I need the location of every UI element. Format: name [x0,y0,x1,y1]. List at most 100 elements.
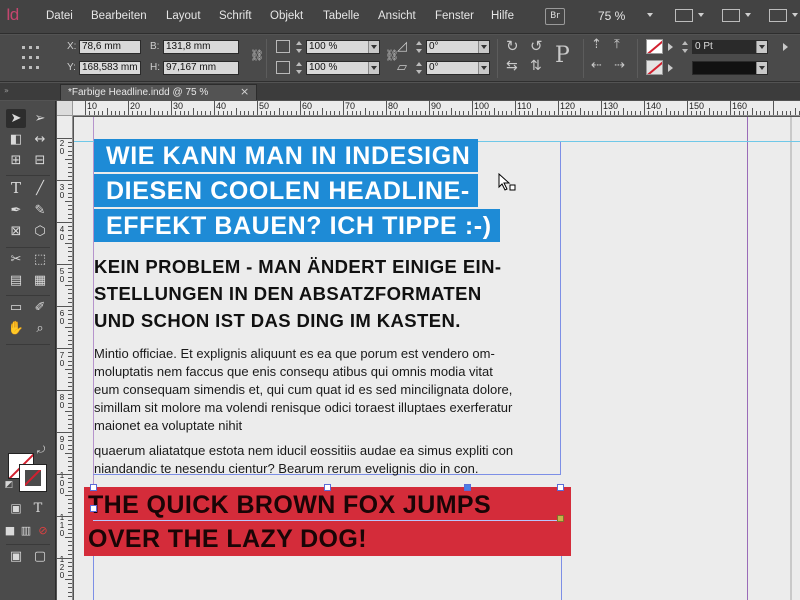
flip-horizontal-icon[interactable]: ⇆ [506,58,518,74]
menu-layout[interactable]: Layout [166,10,201,22]
line-tool-icon[interactable]: ╱ [30,179,50,198]
stroke-none-swatch[interactable] [646,60,663,75]
stroke-weight-stepper[interactable] [682,41,688,53]
view-options-dropdown-icon[interactable] [698,13,704,17]
chevron-down-icon[interactable] [478,62,489,74]
selection-handle[interactable] [557,484,564,491]
out-port-icon[interactable] [557,515,564,522]
menu-objekt[interactable]: Objekt [270,10,303,22]
hand-tool-icon[interactable]: ✋ [6,319,26,338]
formatting-affects-text-icon[interactable]: T [28,499,48,518]
chevron-down-icon[interactable] [756,62,767,74]
free-transform-tool-icon[interactable]: ⬚ [30,250,50,269]
vertical-ruler[interactable]: 2 0 3 0 4 0 5 0 6 0 7 0 8 0 9 0 1 0 0 1 … [57,116,73,600]
selection-tool-icon[interactable]: ➤ [6,109,26,128]
flip-vertical-icon[interactable]: ⇅ [530,58,542,74]
subheadline[interactable]: KEIN PROBLEM - MAN ÄNDERT EINIGE EIN- ST… [94,253,554,334]
x-position-field[interactable]: 78,6 mm [79,40,141,54]
panel-menu-icon[interactable] [783,43,788,51]
menu-bearbeiten[interactable]: Bearbeiten [91,10,147,22]
stroke-swatch[interactable] [19,464,47,492]
shear-field[interactable]: 0° [426,61,490,75]
red-box-text[interactable]: THE QUICK BROWN FOX JUMPS OVER THE LAZY … [88,488,491,556]
y-position-field[interactable]: 168,583 mm [79,61,141,75]
chevron-down-icon[interactable] [478,41,489,53]
apply-none-icon[interactable]: ⊘ [34,521,52,540]
document-tab[interactable]: *Farbige Headline.indd @ 75 % [60,84,257,100]
direct-selection-tool-icon[interactable]: ➢ [30,109,50,128]
zoom-tool-icon[interactable]: ⌕ [30,319,50,338]
rotation-stepper[interactable] [416,41,422,53]
horizontal-ruler[interactable]: 10 20 30 40 50 60 70 80 90 100 110 120 1… [73,101,800,116]
menu-datei[interactable]: Datei [46,10,73,22]
zoom-level[interactable]: 75 % [598,9,625,23]
swap-fill-stroke-icon[interactable]: ⤾ [34,445,48,457]
rotate-clockwise-icon[interactable]: ↻ [506,37,519,55]
gradient-swatch-tool-icon[interactable]: ▤ [6,271,26,290]
chevron-down-icon[interactable] [756,41,767,53]
select-container-icon[interactable]: ⇡ [591,37,602,52]
chevron-down-icon[interactable] [368,62,379,74]
menu-tabelle[interactable]: Tabelle [323,10,359,22]
eyedropper-tool-icon[interactable]: ✐ [30,298,50,317]
select-next-icon[interactable]: ⇢ [614,58,625,73]
stroke-type-field[interactable] [692,61,768,75]
content-placer-icon[interactable]: ⊟ [30,151,50,170]
selection-handle[interactable] [90,484,97,491]
scale-x-field[interactable]: 100 % [306,40,380,54]
default-fill-stroke-icon[interactable]: ◩ [3,479,15,491]
apply-color-icon[interactable]: ■ [2,521,18,540]
panel-grip-icon[interactable]: » [4,86,10,95]
bridge-button[interactable]: Br [545,8,565,25]
ruler-origin[interactable] [57,101,73,116]
gap-tool-icon[interactable]: ↔ [30,130,50,149]
rectangle-frame-tool-icon[interactable]: ⊠ [6,222,26,241]
formatting-affects-container-icon[interactable]: ▣ [6,499,26,518]
screen-mode-icon[interactable] [722,9,740,22]
menu-fenster[interactable]: Fenster [435,10,474,22]
selection-handle[interactable] [464,484,471,491]
pencil-tool-icon[interactable]: ✎ [30,201,50,220]
chevron-down-icon[interactable] [368,41,379,53]
gradient-feather-tool-icon[interactable]: ▦ [30,271,50,290]
shear-stepper[interactable] [416,62,422,74]
screen-mode-dropdown-icon[interactable] [745,13,751,17]
select-previous-icon[interactable]: ⇠ [591,58,602,73]
zoom-dropdown-icon[interactable] [647,13,653,17]
document-canvas[interactable]: WIE KANN MAN IN INDESIGN DIESEN COOLEN H… [74,117,800,600]
height-field[interactable]: 97,167 mm [163,61,239,75]
menu-schrift[interactable]: Schrift [219,10,252,22]
headline[interactable]: WIE KANN MAN IN INDESIGN DIESEN COOLEN H… [94,139,500,244]
select-content-icon[interactable]: ⤒ [614,37,620,52]
page-tool-icon[interactable]: ◧ [6,130,26,149]
scale-y-stepper[interactable] [296,62,302,74]
rotation-field[interactable]: 0° [426,40,490,54]
arrange-documents-dropdown-icon[interactable] [792,13,798,17]
stroke-weight-field[interactable]: 0 Pt [692,40,768,54]
fill-none-swatch[interactable] [646,39,663,54]
menu-ansicht[interactable]: Ansicht [378,10,416,22]
fill-dropdown-icon[interactable] [668,43,673,51]
rotate-counterclockwise-icon[interactable]: ↺ [530,37,543,55]
arrange-documents-icon[interactable] [769,9,787,22]
scale-x-stepper[interactable] [296,41,302,53]
reference-point-icon[interactable] [22,44,40,72]
normal-view-icon[interactable]: ▣ [6,547,26,566]
selection-handle[interactable] [90,505,97,512]
menu-hilfe[interactable]: Hilfe [491,10,514,22]
scissors-tool-icon[interactable]: ✂ [6,250,26,269]
content-collector-icon[interactable]: ⊞ [6,151,26,170]
constrain-proportions-icon[interactable]: ⛓ [250,49,264,62]
type-tool-icon[interactable]: T [6,179,26,198]
polygon-tool-icon[interactable]: ⬡ [30,222,50,241]
close-icon[interactable]: × [240,85,249,98]
selection-handle[interactable] [324,484,331,491]
body-text[interactable]: Mintio officiae. Et explignis aliquunt e… [94,345,564,478]
scale-y-field[interactable]: 100 % [306,61,380,75]
stroke-dropdown-icon[interactable] [668,64,673,72]
width-field[interactable]: 131,8 mm [163,40,239,54]
view-options-icon[interactable] [675,9,693,22]
note-tool-icon[interactable]: ▭ [6,298,26,317]
apply-gradient-icon[interactable]: ▥ [18,521,34,540]
pen-tool-icon[interactable]: ✒ [6,201,26,220]
